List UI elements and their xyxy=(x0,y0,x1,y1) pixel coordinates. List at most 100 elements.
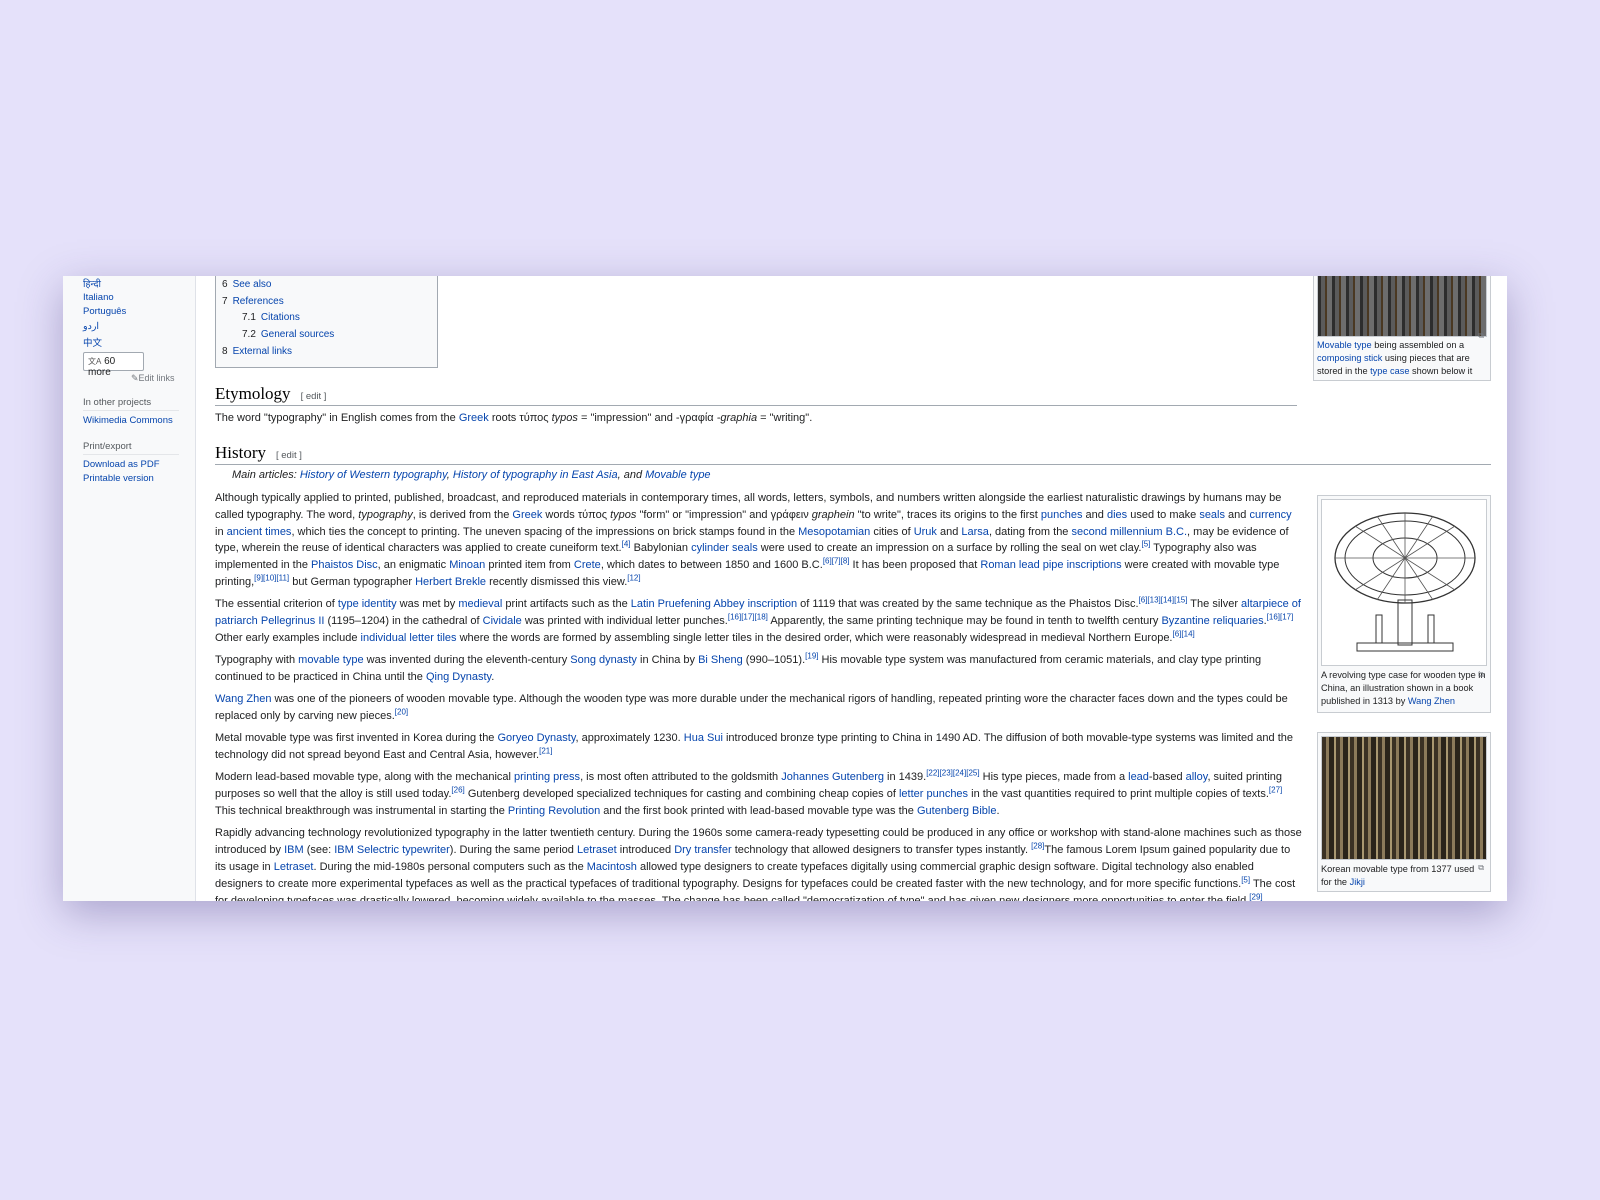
lang-link-hindi[interactable]: हिन्दी xyxy=(83,277,101,290)
article-link[interactable]: Hua Sui xyxy=(684,732,723,744)
article-link[interactable]: Herbert Brekle xyxy=(415,576,486,588)
article-link[interactable]: Latin Pruefening Abbey inscription xyxy=(631,598,797,610)
lang-link-italiano[interactable]: Italiano xyxy=(83,292,114,303)
article-link[interactable]: medieval xyxy=(458,598,502,610)
article-link[interactable]: Movable type xyxy=(1317,340,1372,350)
article-link[interactable]: movable type xyxy=(298,654,363,666)
citation-link[interactable]: [19] xyxy=(805,652,818,661)
article-link[interactable]: Wang Zhen xyxy=(215,693,271,705)
article-link[interactable]: second millennium B.C. xyxy=(1071,526,1187,538)
citation-link[interactable]: [6][7][8] xyxy=(823,557,850,566)
citation-link[interactable]: [4] xyxy=(622,540,631,549)
article-link[interactable]: ancient times xyxy=(227,526,292,538)
history-edit-link[interactable]: [ edit ] xyxy=(276,450,302,461)
article-link[interactable]: History of typography in East Asia xyxy=(453,469,618,481)
toc-link[interactable]: External links xyxy=(233,346,292,357)
lang-link-portugues[interactable]: Português xyxy=(83,306,126,317)
citation-link[interactable]: [22][23][24][25] xyxy=(926,769,979,778)
article-link[interactable]: type identity xyxy=(338,598,397,610)
article-link[interactable]: printing press xyxy=(514,771,580,783)
citation-link[interactable]: [26] xyxy=(451,786,464,795)
article-link[interactable]: Larsa xyxy=(961,526,989,538)
text-run: printed item from xyxy=(485,559,574,572)
article-link[interactable]: History of Western typography xyxy=(300,469,447,481)
movable-type-image[interactable] xyxy=(1317,276,1487,337)
citation-link[interactable]: [9][10][11] xyxy=(254,573,289,582)
article-link[interactable]: Byzantine reliquaries xyxy=(1161,615,1263,627)
article-link[interactable]: Roman lead pipe inscriptions xyxy=(980,559,1121,571)
article-link[interactable]: Greek xyxy=(512,509,542,521)
edit-links-button[interactable]: ✎Edit links xyxy=(131,373,175,384)
lang-link-urdu[interactable]: اردو xyxy=(83,321,99,332)
toc-item[interactable]: 7.1 Citations xyxy=(222,312,431,329)
citation-link[interactable]: [20] xyxy=(395,707,408,716)
enlarge-icon[interactable]: ⧉ xyxy=(1478,329,1484,342)
article-link[interactable]: IBM Selectric typewriter xyxy=(334,844,450,856)
article-link[interactable]: Gutenberg Bible xyxy=(917,805,997,817)
article-link[interactable]: Dry transfer xyxy=(674,844,731,856)
toc-item[interactable]: 8 External links xyxy=(222,346,431,363)
enlarge-icon[interactable]: ⧉ xyxy=(1478,668,1484,681)
citation-link[interactable]: [6][14] xyxy=(1173,629,1195,638)
article-link[interactable]: Uruk xyxy=(914,526,937,538)
article-link[interactable]: composing stick xyxy=(1317,353,1382,363)
download-pdf-link[interactable]: Download as PDF xyxy=(83,459,160,470)
toc-item[interactable]: 7 References xyxy=(222,296,431,313)
article-link[interactable]: Greek xyxy=(459,412,489,424)
toc-link[interactable]: See also xyxy=(233,279,272,290)
article-link[interactable]: letter punches xyxy=(899,788,968,800)
article-link[interactable]: Mesopotamian xyxy=(798,526,870,538)
article-link[interactable]: IBM xyxy=(284,844,304,856)
article-link[interactable]: type case xyxy=(1370,366,1409,376)
citation-link[interactable]: [6][13][14][15] xyxy=(1139,596,1188,605)
citation-link[interactable]: [27] xyxy=(1269,786,1282,795)
article-link[interactable]: Goryeo Dynasty xyxy=(497,732,575,744)
article-link[interactable]: Letraset xyxy=(577,844,617,856)
article-link[interactable]: Song dynasty xyxy=(570,654,637,666)
article-link[interactable]: alloy xyxy=(1186,771,1208,783)
citation-link[interactable]: [12] xyxy=(627,573,640,582)
article-link[interactable]: Crete xyxy=(574,559,601,571)
history-paragraph: The essential criterion of type identity… xyxy=(215,596,1303,646)
article-link[interactable]: individual letter tiles xyxy=(361,632,457,644)
korean-movable-type-image[interactable] xyxy=(1321,736,1487,860)
toc-link[interactable]: General sources xyxy=(261,329,334,340)
article-link[interactable]: Movable type xyxy=(645,469,710,481)
toc-link[interactable]: References xyxy=(233,296,284,307)
printable-version-link[interactable]: Printable version xyxy=(83,473,154,484)
citation-link[interactable]: [5] xyxy=(1241,875,1250,884)
citation-link[interactable]: [28] xyxy=(1031,841,1044,850)
article-link[interactable]: lead xyxy=(1128,771,1149,783)
article-link[interactable]: Printing Revolution xyxy=(508,805,600,817)
article-link[interactable]: Cividale xyxy=(483,615,522,627)
lang-link-chinese[interactable]: 中文 xyxy=(83,335,102,349)
article-link[interactable]: Qing Dynasty xyxy=(426,671,491,683)
article-link[interactable]: Minoan xyxy=(449,559,485,571)
article-link[interactable]: cylinder seals xyxy=(691,542,758,554)
article-link[interactable]: Letraset xyxy=(274,861,314,873)
toc-item[interactable]: 7.2 General sources xyxy=(222,329,431,346)
wikimedia-commons-link[interactable]: Wikimedia Commons xyxy=(83,415,173,426)
article-link[interactable]: dies xyxy=(1107,509,1127,521)
article-link[interactable]: Johannes Gutenberg xyxy=(781,771,884,783)
article-link[interactable]: Jikji xyxy=(1350,877,1365,887)
etymology-edit-link[interactable]: [ edit ] xyxy=(301,391,327,402)
revolving-type-case-image[interactable] xyxy=(1321,499,1487,666)
article-link[interactable]: Macintosh xyxy=(587,861,637,873)
article-link[interactable]: currency xyxy=(1249,509,1291,521)
article-link[interactable]: Bi Sheng xyxy=(698,654,743,666)
toc-item[interactable]: 6 See also xyxy=(222,279,431,296)
article-link[interactable]: Wang Zhen xyxy=(1408,696,1455,706)
citation-link[interactable]: [21] xyxy=(539,747,552,756)
toc-link[interactable]: Citations xyxy=(261,312,300,323)
article-link[interactable]: punches xyxy=(1041,509,1083,521)
article-link[interactable]: seals xyxy=(1199,509,1225,521)
citation-link[interactable]: [16][17] xyxy=(1267,612,1294,621)
enlarge-icon[interactable]: ⧉ xyxy=(1478,861,1484,874)
article-link[interactable]: Phaistos Disc xyxy=(311,559,378,571)
citation-link[interactable]: [29] xyxy=(1249,892,1262,901)
citation-link[interactable]: [16][17][18] xyxy=(728,612,768,621)
text-run: Metal movable type was first invented in… xyxy=(215,732,498,745)
text-run: , dating from the xyxy=(988,525,1072,538)
more-languages-button[interactable]: 文A 60 more xyxy=(83,352,144,378)
